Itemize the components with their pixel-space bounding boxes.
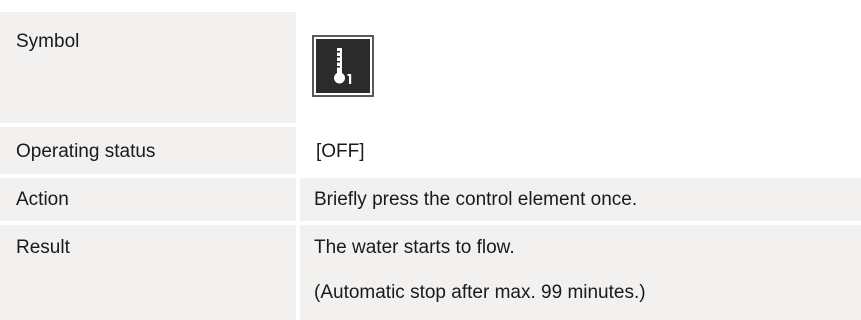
label-cell: Action [0,178,296,221]
symbol-frame [312,35,374,97]
value-cell: Briefly press the control element once. [300,178,861,221]
value-cell: The water starts to flow. (Automatic sto… [300,225,861,320]
row-value-line-2: (Automatic stop after max. 99 minutes.) [314,282,646,303]
row-label: Action [16,189,69,210]
row-value: [OFF] [316,141,365,162]
value-cell: [OFF] [300,127,861,174]
table-row-action: Action Briefly press the control element… [0,178,861,221]
table-row-symbol: Symbol [0,12,861,123]
row-label: Operating status [16,141,156,162]
row-label: Symbol [16,31,80,52]
row-label: Result [16,237,70,258]
row-value-line-1: The water starts to flow. [314,237,515,258]
thermometer-1-icon [316,39,370,93]
table-row-result: Result The water starts to flow. (Automa… [0,225,861,320]
label-cell: Symbol [0,12,296,123]
label-cell: Result [0,225,296,320]
instruction-table: Symbol Operating status [OFF] Action Bri… [0,0,861,320]
table-row-operating-status: Operating status [OFF] [0,127,861,174]
label-cell: Operating status [0,127,296,174]
row-value: Briefly press the control element once. [314,189,638,210]
value-cell [300,12,861,123]
